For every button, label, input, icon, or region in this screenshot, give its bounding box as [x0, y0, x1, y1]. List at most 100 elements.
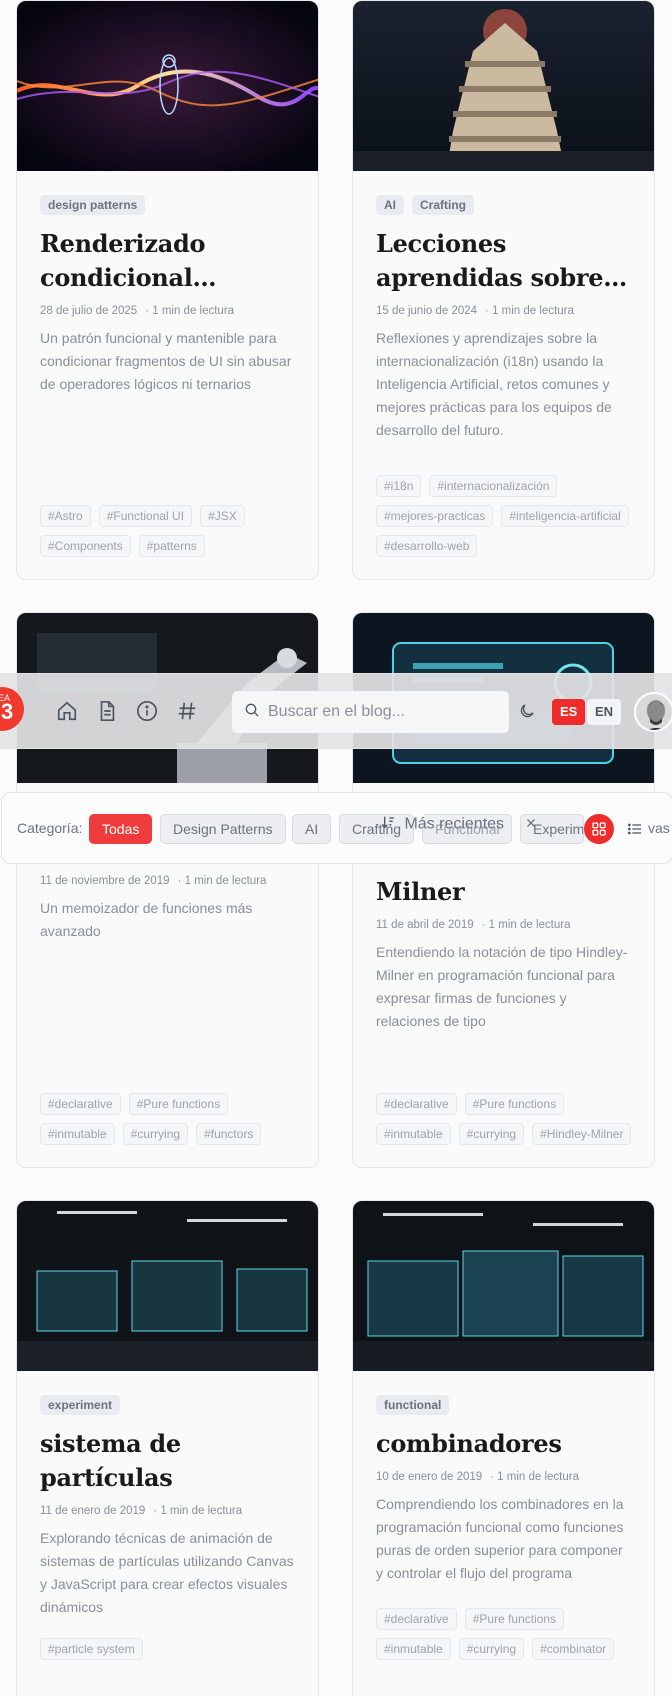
post-meta: 15 de junio de 2024 · 1 min de lectura	[376, 305, 631, 317]
post-title[interactable]: combinadores	[376, 1427, 631, 1461]
category-filter-label: Categoría:	[17, 820, 83, 836]
post-title[interactable]: sistema de partículas	[40, 1427, 295, 1495]
tag[interactable]: #inmutable	[376, 1123, 451, 1145]
tag[interactable]: #combinator	[532, 1638, 615, 1660]
tag-list: #i18n #internacionalización #mejores-pra…	[376, 475, 634, 557]
grid-view-button[interactable]	[584, 814, 614, 844]
tag-list: #declarative #Pure functions #inmutable …	[40, 1093, 298, 1145]
tag-list: #particle system	[40, 1638, 298, 1660]
lang-es-button[interactable]: ES	[552, 699, 586, 725]
tag[interactable]: #JSX	[200, 505, 245, 527]
tag-list: #declarative #Pure functions #inmutable …	[376, 1608, 634, 1660]
tag-list: #declarative #Pure functions #inmutable …	[376, 1093, 634, 1145]
list-view-button[interactable]	[620, 814, 650, 844]
logo-number: 3	[1, 699, 14, 724]
post-title[interactable]: Renderizado condicional…	[40, 227, 295, 295]
site-logo[interactable]: EA 3	[0, 687, 24, 731]
post-card[interactable]: AI Crafting Lecciones aprendidas sobre… …	[352, 0, 655, 580]
close-icon[interactable]	[525, 816, 537, 834]
category-badge[interactable]: functional	[376, 1395, 450, 1415]
theme-toggle-moon-icon[interactable]	[514, 698, 540, 724]
tag[interactable]: #functors	[196, 1123, 262, 1145]
post-description: Reflexiones y aprendizajes sobre la inte…	[376, 330, 612, 438]
filter-chip-ai[interactable]: AI	[292, 814, 332, 844]
post-date: 11 de noviembre de 2019	[40, 875, 170, 887]
home-icon[interactable]	[54, 698, 80, 724]
lang-en-button[interactable]: EN	[587, 699, 622, 725]
read-time: · 1 min de lectura	[153, 1505, 243, 1517]
post-image	[353, 1201, 654, 1371]
category-list: design patterns	[40, 195, 295, 215]
tag[interactable]: #patterns	[138, 535, 205, 557]
post-image	[353, 1, 654, 171]
post-title[interactable]: Milner	[376, 875, 631, 909]
filter-chip-overflow: vas	[648, 820, 670, 836]
tag[interactable]: #Pure functions	[128, 1093, 229, 1115]
sort-label: Más recientes	[404, 815, 505, 833]
post-meta: 11 de enero de 2019 · 1 min de lectura	[40, 1505, 295, 1517]
search-input[interactable]	[268, 703, 488, 721]
tag[interactable]: #internacionalización	[429, 475, 558, 497]
tag[interactable]: #inmutable	[40, 1123, 115, 1145]
tag[interactable]: #Hindley-Milner	[532, 1123, 632, 1145]
sort-select[interactable]: Más recientes	[380, 814, 537, 835]
post-date: 10 de enero de 2019	[376, 1471, 483, 1483]
tag[interactable]: #declarative	[376, 1093, 457, 1115]
filter-bar: Categoría: Todas Design Patterns AI Craf…	[1, 792, 672, 864]
tag[interactable]: #Pure functions	[464, 1608, 565, 1630]
post-card[interactable]: functional combinadores 10 de enero de 2…	[352, 1200, 655, 1696]
post-title[interactable]: Lecciones aprendidas sobre…	[376, 227, 631, 295]
search-icon	[244, 702, 260, 723]
category-badge[interactable]: AI	[376, 195, 404, 215]
filter-chip-design-patterns[interactable]: Design Patterns	[160, 814, 286, 844]
category-badge[interactable]: Crafting	[412, 195, 474, 215]
avatar[interactable]	[634, 692, 672, 732]
post-description: Explorando técnicas de animación de sist…	[40, 1530, 294, 1615]
tag[interactable]: #desarrollo-web	[376, 535, 478, 557]
read-time: · 1 min de lectura	[145, 305, 235, 317]
tag[interactable]: #currying	[458, 1123, 525, 1145]
tag[interactable]: #i18n	[376, 475, 422, 497]
tag[interactable]: #Functional UI	[98, 505, 193, 527]
post-meta: 11 de noviembre de 2019 · 1 min de lectur…	[40, 875, 295, 887]
tag[interactable]: #Astro	[40, 505, 91, 527]
post-date: 28 de julio de 2025	[40, 305, 138, 317]
category-badge[interactable]: experiment	[40, 1395, 121, 1415]
post-date: 11 de enero de 2019	[40, 1505, 146, 1517]
post-date: 15 de junio de 2024	[376, 305, 478, 317]
post-image	[17, 1, 318, 171]
category-list: functional	[376, 1395, 631, 1415]
tag[interactable]: #currying	[122, 1123, 189, 1145]
info-icon[interactable]	[134, 698, 160, 724]
category-badge[interactable]: design patterns	[40, 195, 146, 215]
post-meta: 28 de julio de 2025 · 1 min de lectura	[40, 305, 295, 317]
read-time: · 1 min de lectura	[490, 1471, 580, 1483]
top-navbar: EA 3 ES EN	[0, 673, 672, 749]
post-image	[17, 1201, 318, 1371]
tag[interactable]: #declarative	[376, 1608, 457, 1630]
tag[interactable]: #particle system	[40, 1638, 143, 1660]
post-card[interactable]: design patterns Renderizado condicional……	[16, 0, 319, 580]
post-card[interactable]: experiment sistema de partículas 11 de e…	[16, 1200, 319, 1696]
read-time: · 1 min de lectura	[481, 919, 571, 931]
filter-chip-todas[interactable]: Todas	[89, 814, 153, 844]
hash-icon[interactable]	[174, 698, 200, 724]
post-date: 11 de abril de 2019	[376, 919, 474, 931]
search-box[interactable]	[232, 691, 509, 733]
tag[interactable]: #inteligencia-artificial	[501, 505, 629, 527]
read-time: · 1 min de lectura	[485, 305, 574, 317]
post-description: Entendiendo la notación de tipo Hindley-…	[376, 944, 628, 1029]
tag[interactable]: #mejores-practicas	[376, 505, 494, 527]
document-icon[interactable]	[94, 698, 120, 724]
category-list: AI Crafting	[376, 195, 631, 215]
post-meta: 10 de enero de 2019 · 1 min de lectura	[376, 1471, 631, 1483]
post-description: Un memoizador de funciones más avanzado	[40, 900, 253, 939]
read-time: · 1 min de lectura	[177, 875, 267, 887]
sort-icon	[380, 814, 396, 835]
tag[interactable]: #inmutable	[376, 1638, 451, 1660]
list-icon	[628, 823, 641, 835]
tag[interactable]: #currying	[458, 1638, 525, 1660]
tag[interactable]: #Pure functions	[464, 1093, 565, 1115]
tag[interactable]: #Components	[40, 535, 131, 557]
tag[interactable]: #declarative	[40, 1093, 121, 1115]
